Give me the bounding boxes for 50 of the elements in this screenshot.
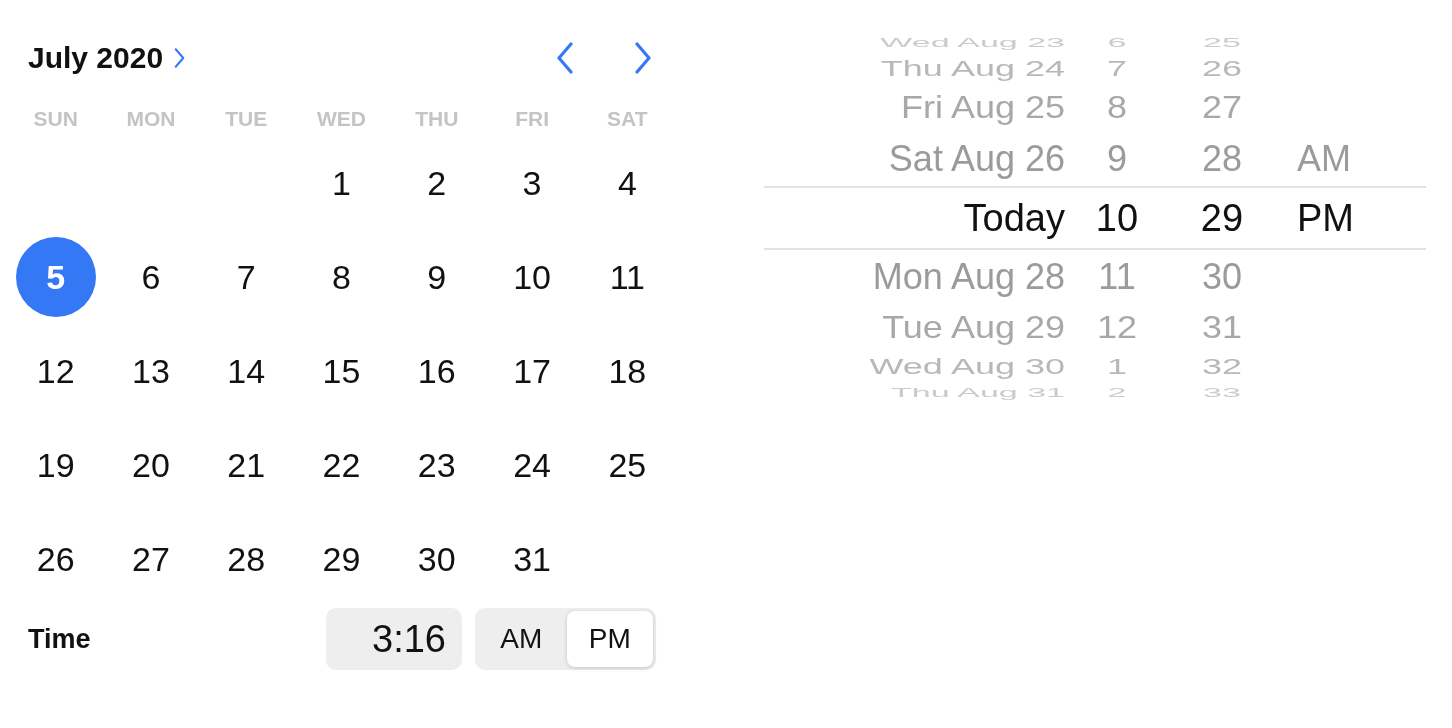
day-button[interactable]: 19 (15, 425, 96, 505)
day-button[interactable]: 28 (206, 519, 287, 599)
day-button[interactable]: 13 (110, 331, 191, 411)
day-button[interactable]: 4 (587, 143, 668, 223)
day-button[interactable]: 11 (587, 237, 668, 317)
chevron-icon (173, 48, 187, 68)
weekday-label: WED (317, 107, 366, 129)
day-button[interactable]: 22 (301, 425, 382, 505)
day-button[interactable]: 16 (396, 331, 477, 411)
segment-button[interactable]: AM (478, 611, 565, 667)
day-button[interactable]: 10 (492, 237, 573, 317)
day-button[interactable]: 30 (396, 519, 477, 599)
day-button[interactable]: 9 (396, 237, 477, 317)
day-button[interactable]: 5 (15, 237, 96, 317)
day-button[interactable]: 17 (492, 331, 573, 411)
day-button[interactable]: 2 (396, 143, 477, 223)
weekday-label: MON (126, 107, 176, 129)
month-title[interactable]: July 2020 (28, 43, 164, 73)
day-button[interactable]: 8 (301, 237, 382, 317)
day-button[interactable]: 21 (206, 425, 287, 505)
wheel-item[interactable]: PM (1297, 199, 1354, 237)
day-button[interactable]: 12 (15, 331, 96, 411)
day-button[interactable]: 14 (206, 331, 287, 411)
day-button[interactable]: 3 (492, 143, 573, 223)
day-button[interactable]: 23 (396, 425, 477, 505)
day-button[interactable]: 27 (110, 519, 191, 599)
wheel-item[interactable]: 10 (1095, 199, 1139, 237)
day-button[interactable]: 26 (15, 519, 96, 599)
day-button[interactable]: 20 (110, 425, 191, 505)
weekday-label: TUE (225, 107, 268, 129)
day-button[interactable]: 7 (206, 237, 287, 317)
wheel-item[interactable]: 29 (1200, 199, 1244, 237)
time-field[interactable]: 3:16 (326, 608, 462, 670)
day-button[interactable]: 31 (492, 519, 573, 599)
day-button[interactable]: 15 (301, 331, 382, 411)
day-button[interactable]: 29 (301, 519, 382, 599)
day-button[interactable]: 1 (301, 143, 382, 223)
day-button[interactable]: 6 (110, 237, 191, 317)
day-button[interactable]: 24 (492, 425, 573, 505)
weekday-label: SAT (607, 107, 648, 129)
weekday-label: SUN (33, 107, 78, 129)
wheel-item[interactable]: Today (963, 199, 1065, 237)
day-button[interactable]: 25 (587, 425, 668, 505)
time-label: Time (28, 625, 91, 653)
weekday-label: THU (415, 107, 459, 129)
next-month-icon[interactable] (633, 42, 653, 74)
day-button[interactable]: 18 (587, 331, 668, 411)
segment-button[interactable]: PM (566, 611, 653, 667)
weekday-label: FRI (515, 107, 549, 129)
previous-month-icon[interactable] (555, 42, 575, 74)
